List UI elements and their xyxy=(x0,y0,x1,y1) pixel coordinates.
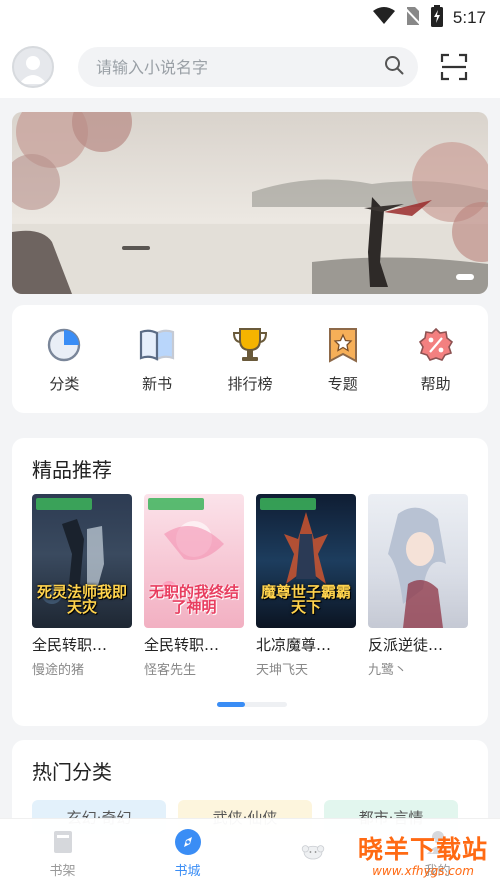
tab-bookshelf[interactable]: 书架 xyxy=(0,828,125,879)
watermark-url: www.xfhygs.com xyxy=(372,864,474,878)
wifi-icon xyxy=(372,7,395,29)
nav-help[interactable]: 帮助 xyxy=(396,325,476,394)
pager-active-dot xyxy=(217,702,245,707)
nav-label: 新书 xyxy=(142,374,173,393)
tab-label: 书城 xyxy=(174,864,201,879)
section-title: 精品推荐 xyxy=(32,458,112,482)
book-title: 全民转职… xyxy=(144,636,220,654)
tab-bookstore[interactable]: 书城 xyxy=(125,828,250,879)
ribbon-star-icon xyxy=(323,325,363,365)
cover-title: 死灵法师我即天灾 xyxy=(36,582,127,617)
book-card[interactable]: 无职的我终结了神明 全民转职… 怪客先生 xyxy=(144,494,244,678)
trophy-icon xyxy=(230,325,270,365)
site-watermark: 晓羊下载站 www.xfhygs.com xyxy=(348,830,498,884)
quick-nav: 分类 新书 排行榜 专题 帮助 xyxy=(12,305,488,413)
status-time: 5:17 xyxy=(452,8,486,27)
nav-label: 专题 xyxy=(327,374,358,393)
book-author: 慢途的猪 xyxy=(32,663,85,678)
bookshelf-icon xyxy=(49,828,77,856)
nav-label: 分类 xyxy=(49,374,80,393)
user-silhouette-icon xyxy=(19,56,47,84)
promo-banner[interactable] xyxy=(12,112,488,294)
cover-title: 无职的我终结了神明 xyxy=(148,582,239,617)
book-author: 九鹭丶 xyxy=(368,663,408,678)
top-bar xyxy=(0,36,500,98)
search-box[interactable] xyxy=(78,47,418,87)
nav-label: 排行榜 xyxy=(227,374,273,393)
book-title: 反派逆徒… xyxy=(368,636,444,654)
book-author: 怪客先生 xyxy=(144,663,197,678)
nav-new-books[interactable]: 新书 xyxy=(117,325,197,394)
nav-label: 帮助 xyxy=(420,374,451,393)
carousel-pager xyxy=(217,702,287,707)
book-cover: 死灵法师我即天灾 xyxy=(32,494,132,628)
book-cover: 无职的我终结了神明 xyxy=(144,494,244,628)
recommend-section: 精品推荐 死灵法师我即天灾 全民转职… 慢途的猪 无职的我终结了神明 全民转职…… xyxy=(12,438,488,726)
battery-charging-icon xyxy=(430,5,443,31)
search-input[interactable] xyxy=(96,57,384,77)
banner-image xyxy=(12,112,488,294)
no-sim-icon xyxy=(404,6,422,30)
book-card[interactable]: 反派逆徒… 九鹭丶 xyxy=(368,494,468,678)
book-title: 北凉魔尊… xyxy=(256,636,332,654)
banner-indicator xyxy=(456,274,474,280)
book-card[interactable]: 死灵法师我即天灾 全民转职… 慢途的猪 xyxy=(32,494,132,678)
book-cover xyxy=(368,494,468,628)
pie-chart-icon xyxy=(44,325,84,365)
cover-art xyxy=(388,507,446,628)
watermark-text: 晓羊下载站 xyxy=(357,835,488,864)
nav-category[interactable]: 分类 xyxy=(24,325,104,394)
cover-title: 魔尊世子霸霸天下 xyxy=(260,582,351,617)
nav-ranking[interactable]: 排行榜 xyxy=(210,325,290,394)
nav-topics[interactable]: 专题 xyxy=(303,325,383,394)
book-author: 天坤飞天 xyxy=(256,663,309,678)
section-title: 热门分类 xyxy=(32,760,112,784)
avatar[interactable] xyxy=(12,46,54,88)
status-bar: 5:17 xyxy=(0,0,500,36)
search-icon[interactable] xyxy=(384,55,404,79)
scan-icon xyxy=(440,53,468,81)
book-cover: 魔尊世子霸霸天下 xyxy=(256,494,356,628)
tab-label: 书架 xyxy=(49,864,76,879)
scan-button[interactable] xyxy=(438,51,470,83)
book-card[interactable]: 魔尊世子霸霸天下 北凉魔尊… 天坤飞天 xyxy=(256,494,356,678)
book-title: 全民转职… xyxy=(32,636,108,654)
percent-badge-icon xyxy=(416,325,456,365)
compass-icon xyxy=(174,828,202,856)
book-list: 死灵法师我即天灾 全民转职… 慢途的猪 无职的我终结了神明 全民转职… 怪客先生 xyxy=(32,494,468,678)
sheep-icon xyxy=(299,838,327,866)
open-book-icon xyxy=(137,325,177,365)
